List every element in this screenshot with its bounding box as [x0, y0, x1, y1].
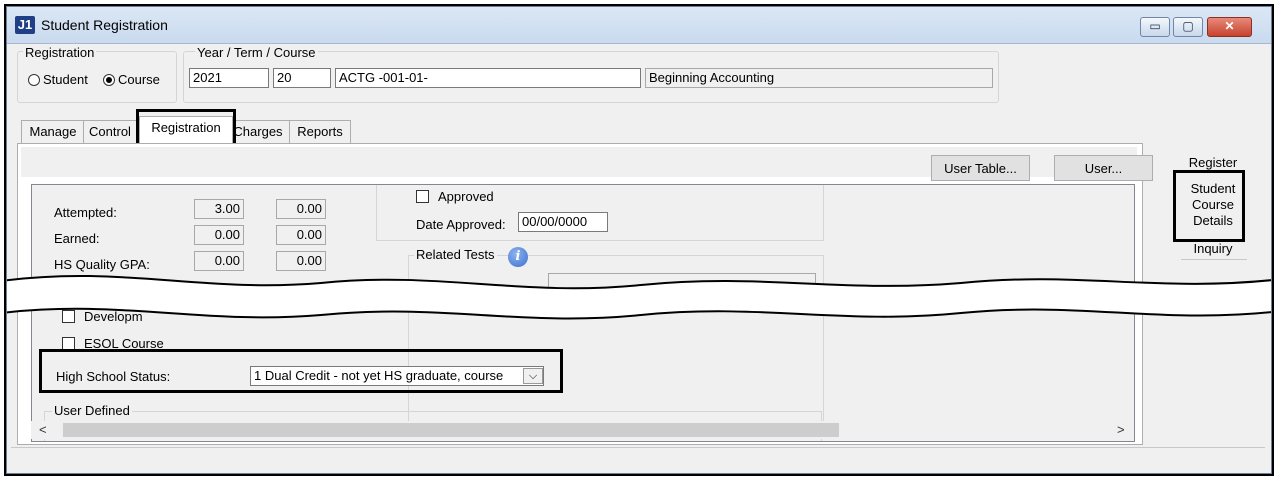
term-input[interactable]: 20	[273, 68, 331, 88]
inquiry-link[interactable]: Inquiry	[1183, 241, 1243, 256]
attempted-label: Attempted:	[54, 205, 117, 220]
close-icon: ✕	[1224, 19, 1235, 33]
registration-group-label: Registration	[23, 45, 97, 60]
status-divider	[11, 447, 1265, 448]
year-input[interactable]: 2021	[189, 68, 269, 88]
scroll-left-icon[interactable]: <	[39, 422, 47, 437]
course-input[interactable]: ACTG -001-01-	[335, 68, 641, 88]
earned-value-1: 0.00	[194, 225, 244, 245]
earned-value-2: 0.00	[276, 225, 326, 245]
tab-control[interactable]: Control	[83, 120, 137, 143]
high-school-status-highlight	[39, 349, 563, 393]
tab-manage[interactable]: Manage	[21, 120, 85, 143]
date-approved-label: Date Approved:	[416, 217, 506, 232]
course-radio[interactable]	[103, 74, 115, 86]
window-title: Student Registration	[41, 17, 168, 33]
side-panel-divider	[1181, 259, 1247, 260]
date-approved-input[interactable]: 00/00/0000	[518, 212, 608, 232]
user-table-button[interactable]: User Table...	[931, 155, 1030, 181]
horizontal-scrollbar[interactable]: < >	[31, 421, 1133, 439]
student-radio-label[interactable]: Student	[43, 72, 88, 87]
user-defined-label: User Defined	[52, 403, 132, 418]
user-button[interactable]: User...	[1054, 155, 1153, 181]
approved-label: Approved	[438, 189, 494, 204]
close-button[interactable]: ✕	[1207, 17, 1252, 37]
screenshot-break-graphic	[7, 274, 1271, 320]
student-radio[interactable]	[28, 74, 40, 86]
title-bar[interactable]: J1 Student Registration ▭ ▢ ✕	[7, 7, 1271, 44]
course-title-field: Beginning Accounting	[645, 68, 993, 88]
scroll-right-icon[interactable]: >	[1117, 422, 1125, 437]
maximize-icon: ▢	[1182, 19, 1194, 33]
register-link[interactable]: Register	[1183, 155, 1243, 170]
minimize-button[interactable]: ▭	[1140, 17, 1170, 37]
earned-label: Earned:	[54, 231, 100, 246]
tab-reports[interactable]: Reports	[289, 120, 351, 143]
course-radio-label[interactable]: Course	[118, 72, 160, 87]
minimize-icon: ▭	[1149, 19, 1161, 33]
attempted-value-2: 0.00	[276, 199, 326, 219]
attempted-value-1: 3.00	[194, 199, 244, 219]
student-registration-window: J1 Student Registration ▭ ▢ ✕ Registrati…	[6, 6, 1272, 474]
horizontal-scroll-thumb[interactable]	[63, 423, 839, 437]
year-term-course-label: Year / Term / Course	[195, 45, 318, 60]
student-course-details-highlight	[1173, 170, 1245, 242]
approved-checkbox[interactable]	[416, 190, 429, 203]
maximize-button[interactable]: ▢	[1173, 17, 1203, 37]
app-logo-icon: J1	[15, 16, 35, 34]
related-tests-label: Related Tests	[414, 247, 497, 262]
